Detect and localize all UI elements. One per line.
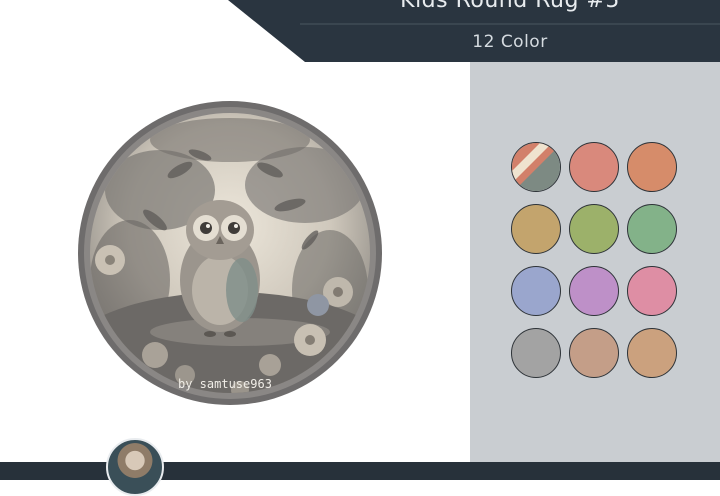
color-count-subtitle: 12 Color bbox=[472, 32, 548, 52]
swatch-lilac[interactable] bbox=[569, 266, 619, 316]
swatch-gray[interactable] bbox=[511, 328, 561, 378]
page-title: Kids Round Rug #5 bbox=[400, 0, 620, 13]
swatch-terracotta[interactable] bbox=[627, 142, 677, 192]
color-swatch-panel bbox=[470, 62, 720, 462]
rug-signature: by samtuse963 bbox=[178, 377, 272, 391]
swatch-pink[interactable] bbox=[627, 266, 677, 316]
creator-avatar bbox=[106, 438, 164, 496]
swatch-coral[interactable] bbox=[569, 142, 619, 192]
swatch-multicolor[interactable] bbox=[511, 142, 561, 192]
title-banner: Kids Round Rug #5 12 Color bbox=[0, 0, 720, 62]
swatch-sand[interactable] bbox=[627, 328, 677, 378]
swatch-tan[interactable] bbox=[569, 328, 619, 378]
swatch-sage[interactable] bbox=[627, 204, 677, 254]
swatch-olive[interactable] bbox=[569, 204, 619, 254]
swatch-periwinkle[interactable] bbox=[511, 266, 561, 316]
rug-illustration: by samtuse963 bbox=[78, 101, 382, 405]
swatch-mustard[interactable] bbox=[511, 204, 561, 254]
multicolor-swatch-fill bbox=[512, 143, 560, 191]
owl-figure bbox=[180, 200, 260, 337]
rug-image: by samtuse963 bbox=[70, 100, 390, 420]
